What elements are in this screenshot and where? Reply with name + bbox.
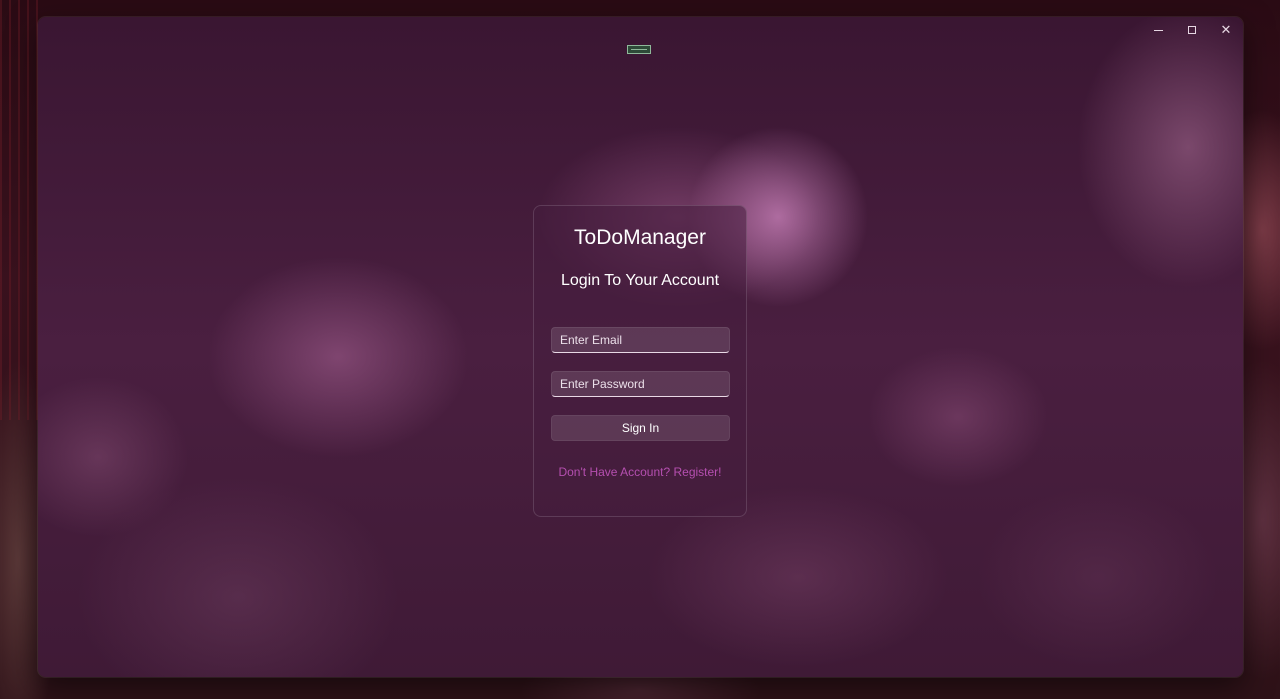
close-button[interactable]: ✕ bbox=[1209, 17, 1243, 43]
login-heading: Login To Your Account bbox=[560, 272, 720, 289]
register-link[interactable]: Don't Have Account? Register! bbox=[534, 465, 746, 479]
maximize-button[interactable] bbox=[1175, 17, 1209, 43]
close-icon: ✕ bbox=[1220, 22, 1232, 38]
app-window: ✕ ToDoManager Login To Your Account Sign… bbox=[38, 17, 1243, 677]
login-card: ToDoManager Login To Your Account Sign I… bbox=[533, 205, 747, 517]
password-input[interactable] bbox=[551, 371, 730, 397]
minimize-button[interactable] bbox=[1141, 17, 1175, 43]
app-icon bbox=[627, 45, 651, 54]
app-title: ToDoManager bbox=[574, 226, 706, 249]
desktop-background bbox=[0, 0, 40, 420]
caption-buttons: ✕ bbox=[1141, 17, 1243, 43]
minimize-icon bbox=[1153, 29, 1163, 31]
maximize-icon bbox=[1188, 26, 1196, 34]
sign-in-button[interactable]: Sign In bbox=[551, 415, 730, 441]
email-input[interactable] bbox=[551, 327, 730, 353]
